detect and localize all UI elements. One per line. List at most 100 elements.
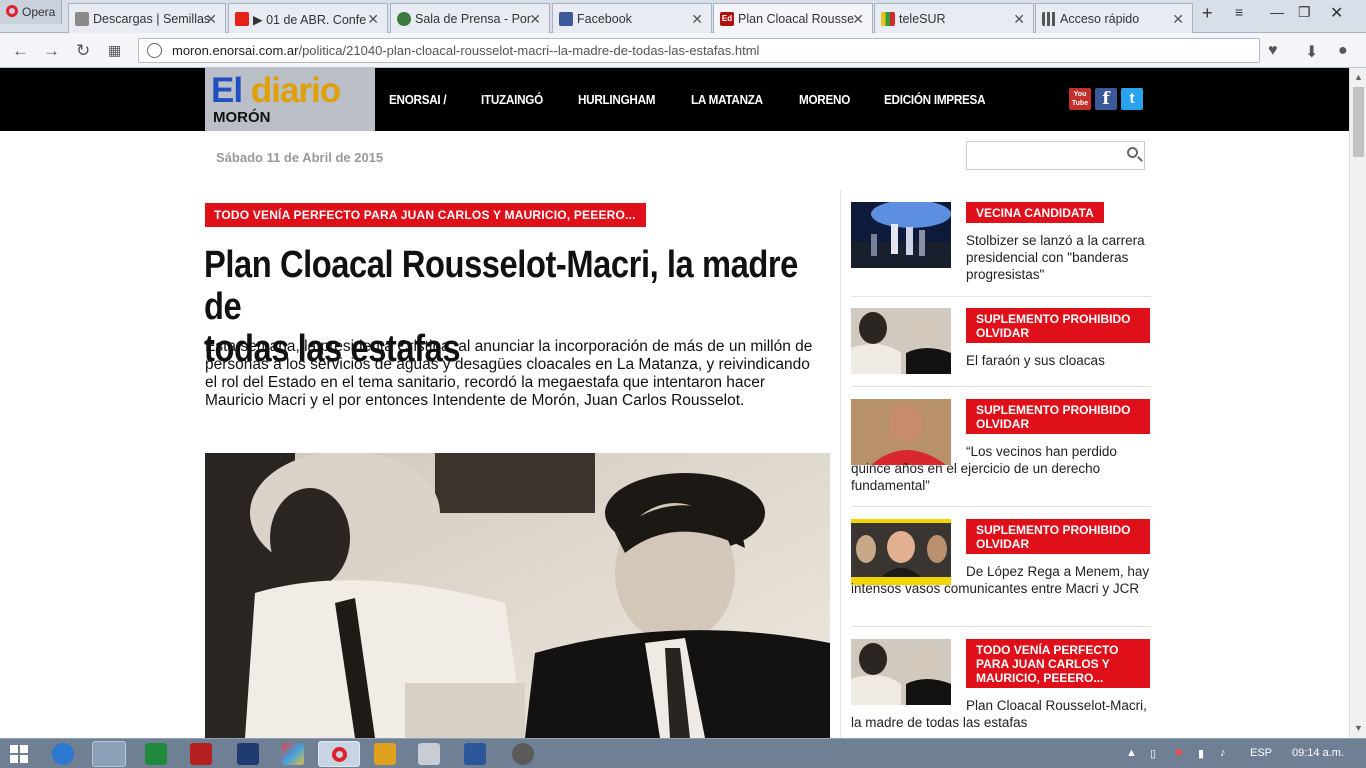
windows-start-icon[interactable] — [10, 745, 28, 763]
forward-icon[interactable]: → — [43, 41, 60, 61]
tab-label: Acceso rápido — [1060, 12, 1140, 26]
article-photo — [205, 453, 830, 738]
search-icon[interactable] — [1127, 147, 1138, 158]
sidebar-thumb[interactable] — [851, 308, 951, 374]
sidebar-badge[interactable]: SUPLEMENTO PROHIBIDO OLVIDAR — [966, 519, 1150, 554]
site-logo[interactable]: El diario MORÓN — [205, 68, 375, 131]
word-icon[interactable] — [464, 743, 486, 765]
speed-dial-icon — [1042, 12, 1056, 26]
filezilla-icon[interactable] — [190, 743, 212, 765]
nav-enorsai[interactable]: ENORSAI / — [389, 92, 447, 107]
file-explorer-icon[interactable] — [92, 741, 126, 767]
bw-meeting-photo — [851, 308, 951, 374]
sidebar-badge[interactable]: TODO VENÍA PERFECTO PARA JUAN CARLOS Y M… — [966, 639, 1150, 688]
sidebar-text[interactable]: “Los vecinos han perdido quince años en … — [851, 443, 1151, 494]
enorsai-icon: Ed — [720, 12, 734, 26]
windows-taskbar: ▲ ▯ ⚑ ▮ ♪ ESP 09:14 a.m. — [0, 738, 1366, 768]
close-tab-icon[interactable]: ✕ — [691, 11, 703, 28]
clock[interactable]: 09:14 a.m. — [1292, 747, 1344, 759]
nav-la-matanza[interactable]: LA MATANZA — [691, 92, 763, 107]
close-tab-icon[interactable]: ✕ — [852, 11, 864, 28]
facebook-icon — [559, 12, 573, 26]
tray-flag-icon[interactable]: ⚑ — [1174, 747, 1184, 760]
gimp-icon[interactable] — [512, 743, 534, 765]
tray-device-icon[interactable]: ▯ — [1150, 747, 1156, 760]
maximize-icon[interactable]: ❐ — [1298, 4, 1311, 21]
network-signal-icon[interactable]: ▮ — [1198, 747, 1204, 760]
back-icon[interactable]: ← — [12, 41, 29, 61]
scrollbar-thumb[interactable] — [1353, 87, 1364, 157]
bw-meeting-photo — [851, 639, 951, 705]
media-player-icon[interactable] — [374, 743, 396, 765]
close-window-icon[interactable]: ✕ — [1330, 3, 1343, 23]
youtube-icon[interactable]: You Tube — [1069, 88, 1091, 110]
new-tab-icon[interactable]: + — [1202, 3, 1213, 24]
sidebar-thumb[interactable] — [851, 202, 951, 268]
tab-acceso-rapido[interactable]: Acceso rápido ✕ — [1035, 3, 1193, 33]
search-input[interactable] — [966, 141, 1145, 170]
language-indicator[interactable]: ESP — [1250, 747, 1272, 759]
volume-icon[interactable]: ♪ — [1220, 747, 1226, 759]
opera-menu-button[interactable]: Opera — [0, 0, 62, 24]
tab-sala-de-prensa[interactable]: Sala de Prensa - Por ✕ — [390, 3, 550, 33]
sidebar-thumb[interactable] — [851, 639, 951, 705]
tab-telesur[interactable]: teleSUR ✕ — [874, 3, 1034, 33]
page-date: Sábado 11 de Abril de 2015 — [216, 150, 384, 165]
scroll-up-icon[interactable]: ▲ — [1354, 72, 1363, 82]
close-tab-icon[interactable]: ✕ — [367, 11, 379, 28]
sidebar-badge[interactable]: SUPLEMENTO PROHIBIDO OLVIDAR — [966, 308, 1150, 343]
sidebar-item-4[interactable]: SUPLEMENTO PROHIBIDO OLVIDAR De López Re… — [851, 519, 1151, 619]
sidebar-item-2[interactable]: SUPLEMENTO PROHIBIDO OLVIDAR El faraón y… — [851, 308, 1151, 378]
close-tab-icon[interactable]: ✕ — [1013, 11, 1025, 28]
tab-youtube[interactable]: ▶ 01 de ABR. Confe ✕ — [228, 3, 388, 33]
speed-dial-grid-icon[interactable]: ▦ — [108, 42, 121, 59]
opera-taskbar-button[interactable] — [318, 741, 360, 767]
nav-moreno[interactable]: MORENO — [799, 92, 850, 107]
internet-explorer-icon[interactable] — [52, 743, 74, 765]
sidebar-text[interactable]: Plan Cloacal Rousselot-Macri, la madre d… — [851, 697, 1151, 731]
heart-icon[interactable]: ♥ — [1268, 42, 1278, 60]
close-tab-icon[interactable]: ✕ — [205, 11, 217, 28]
sidebar-item-5[interactable]: TODO VENÍA PERFECTO PARA JUAN CARLOS Y M… — [851, 639, 1151, 738]
close-tab-icon[interactable]: ✕ — [529, 11, 541, 28]
tab-menu-icon[interactable]: ≡ — [1235, 4, 1243, 20]
column-divider — [840, 190, 841, 738]
article-lead: Esta semana, la presidenta Cristina, al … — [205, 338, 813, 409]
nav-hurlingham[interactable]: HURLINGHAM — [578, 92, 656, 107]
browser-address-bar: ← → ↻ ▦ moron.enorsai.com.ar/politica/21… — [0, 33, 1366, 68]
reload-icon[interactable]: ↻ — [76, 41, 90, 61]
excel-icon[interactable] — [145, 743, 167, 765]
page-scrollbar[interactable]: ▲ ▼ — [1349, 68, 1366, 738]
download-icon[interactable]: ⬇ — [1305, 42, 1318, 62]
tab-label: Descargas | Semillas — [93, 12, 211, 26]
sidebar-item-1[interactable]: VECINA CANDIDATA Stolbizer se lanzó a la… — [851, 202, 1151, 292]
minimize-icon[interactable]: — — [1270, 4, 1284, 20]
lightroom-icon[interactable] — [237, 743, 259, 765]
close-tab-icon[interactable]: ✕ — [1172, 11, 1184, 28]
facebook-icon[interactable]: f — [1095, 88, 1117, 110]
browser-tab-bar: Opera Descargas | Semillas ✕ ▶ 01 de ABR… — [0, 0, 1366, 33]
sidebar-badge[interactable]: SUPLEMENTO PROHIBIDO OLVIDAR — [966, 399, 1150, 434]
tab-descargas[interactable]: Descargas | Semillas ✕ — [68, 3, 226, 33]
site-header: El diario MORÓN ENORSAI / ITUZAINGÓ HURL… — [0, 68, 1349, 131]
user-icon[interactable]: ● — [1338, 42, 1348, 60]
url-field[interactable]: moron.enorsai.com.ar/politica/21040-plan… — [138, 38, 1260, 63]
tab-plan-cloacal[interactable]: Ed Plan Cloacal Rousse ✕ — [713, 3, 873, 33]
logo-diario: diario — [250, 71, 341, 110]
site-nav: ENORSAI / ITUZAINGÓ HURLINGHAM LA MATANZ… — [375, 68, 1010, 131]
nav-edicion-impresa[interactable]: EDICIÓN IMPRESA — [884, 92, 986, 107]
article-kicker[interactable]: TODO VENÍA PERFECTO PARA JUAN CARLOS Y M… — [205, 203, 646, 227]
notes-icon[interactable] — [418, 743, 440, 765]
tab-label: ▶ 01 de ABR. Confe — [253, 13, 367, 27]
sidebar-text[interactable]: Stolbizer se lanzó a la carrera presiden… — [966, 232, 1146, 283]
sidebar-text[interactable]: El faraón y sus cloacas — [966, 352, 1146, 369]
tab-facebook[interactable]: Facebook ✕ — [552, 3, 712, 33]
sidebar-badge[interactable]: VECINA CANDIDATA — [966, 202, 1104, 223]
paint-icon[interactable] — [282, 743, 304, 765]
twitter-icon[interactable]: t — [1121, 88, 1143, 110]
sidebar-item-3[interactable]: SUPLEMENTO PROHIBIDO OLVIDAR “Los vecino… — [851, 399, 1151, 499]
tray-expand-icon[interactable]: ▲ — [1126, 747, 1137, 759]
nav-ituzaingo[interactable]: ITUZAINGÓ — [481, 92, 543, 107]
sidebar-text[interactable]: De López Rega a Menem, hay intensos vaso… — [851, 563, 1151, 597]
scroll-down-icon[interactable]: ▼ — [1354, 723, 1363, 733]
